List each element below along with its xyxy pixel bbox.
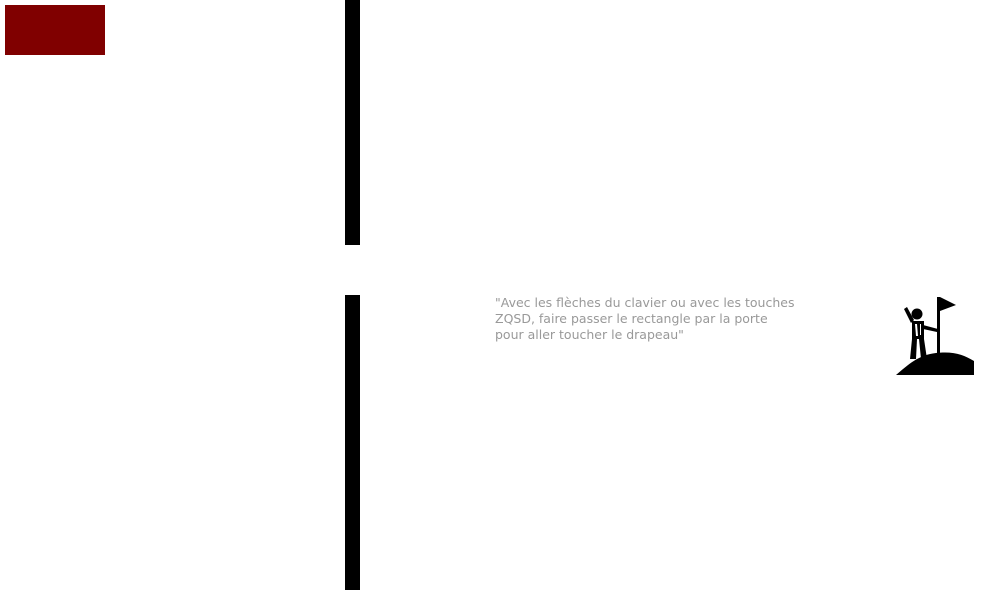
wall-bottom	[345, 295, 360, 590]
player-rectangle[interactable]	[5, 5, 105, 55]
wall-top	[345, 0, 360, 245]
instructions-text: "Avec les flèches du clavier ou avec les…	[495, 295, 795, 342]
climber-with-flag-icon	[896, 295, 976, 377]
